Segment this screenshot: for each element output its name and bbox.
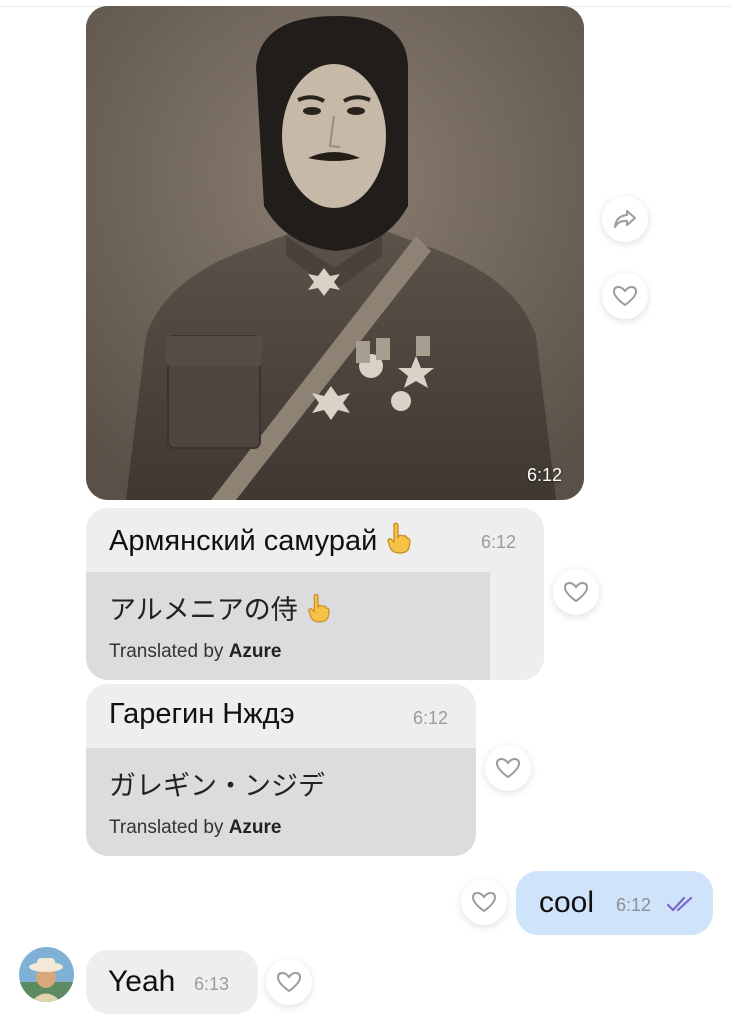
photo-message[interactable]: 6:12 [86,6,584,500]
original-text: Армянский самурай [109,522,411,562]
heart-icon [612,285,638,307]
like-button-photo[interactable] [602,273,648,319]
forward-button[interactable] [602,196,648,242]
heart-icon [563,581,589,603]
like-button-incoming[interactable] [266,959,312,1005]
translation-panel: ガレギン・ンジデ Translated by Azure [86,748,476,856]
double-check-icon [666,896,693,912]
translation-credit: Translated by Azure [109,817,282,838]
message-bubble-translated[interactable]: Гарегин Нждэ 6:12 ガレギン・ンジデ Translated by… [86,684,476,856]
avatar[interactable] [19,947,74,1002]
like-button-msg1[interactable] [553,569,599,615]
original-message: Гарегин Нждэ 6:12 [86,684,476,748]
message-timestamp: 6:12 [413,708,449,728]
message-timestamp: 6:12 [616,895,652,915]
message-text: Yeah [108,965,176,998]
like-button-msg2[interactable] [485,745,531,791]
message-timestamp: 6:12 [481,532,517,552]
incoming-message[interactable]: Yeah 6:13 [86,950,258,1014]
message-timestamp: 6:13 [194,974,230,994]
heart-icon [276,971,302,993]
outgoing-message[interactable]: cool 6:12 [516,871,713,935]
message-bubble-translated[interactable]: Армянский самурай 6:12 アルメニアの侍 Translate… [86,508,544,680]
like-button-outgoing[interactable] [461,879,507,925]
original-message: Армянский самурай 6:12 [86,508,544,572]
translation-panel: アルメニアの侍 Translated by Azure [86,572,490,680]
photo-timestamp: 6:12 [526,465,562,485]
translation-credit: Translated by Azure [109,641,282,662]
heart-icon [471,891,497,913]
pointing-up-emoji [306,593,330,630]
portrait-photo [86,6,584,500]
heart-icon [495,757,521,779]
translation-text: アルメニアの侍 [109,588,330,630]
translation-text: ガレギン・ンジデ [109,771,325,802]
pointing-up-emoji [385,522,411,562]
original-text: Гарегин Нждэ [109,698,295,730]
forward-icon [614,210,636,228]
message-text: cool [539,886,595,919]
